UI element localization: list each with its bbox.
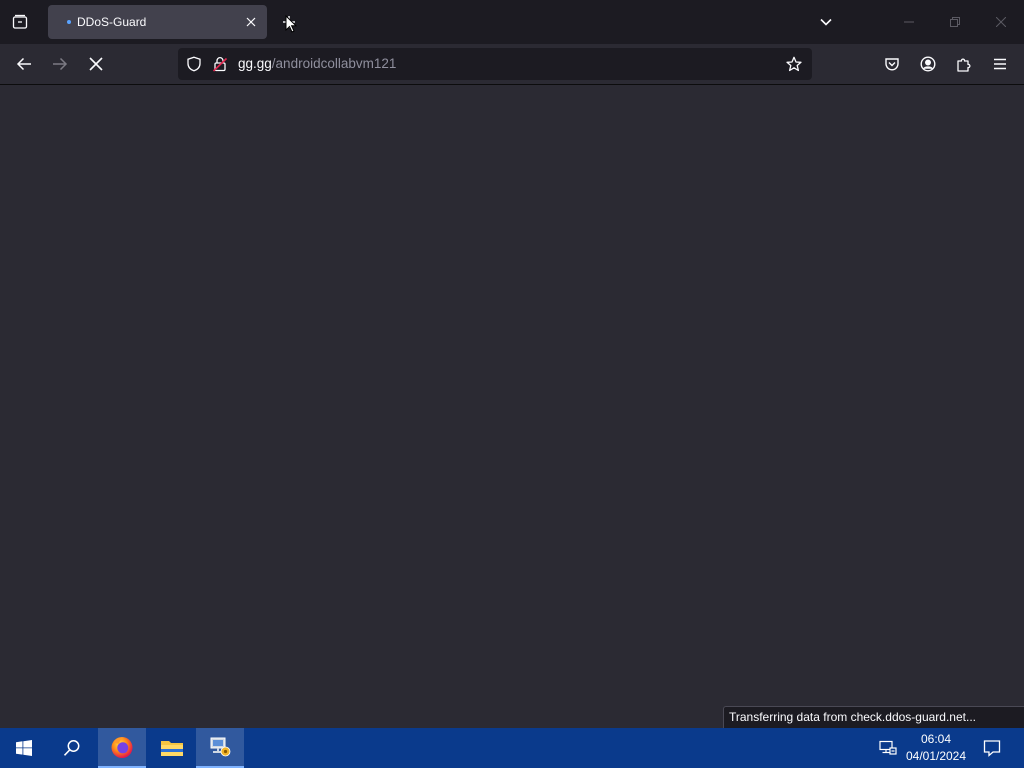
hamburger-menu-icon <box>994 58 1006 70</box>
stop-loading-button[interactable] <box>80 48 112 80</box>
start-button[interactable] <box>0 728 48 768</box>
back-button[interactable] <box>8 48 40 80</box>
action-center-button[interactable] <box>978 734 1006 762</box>
close-icon <box>246 17 256 27</box>
clock-date: 04/01/2024 <box>905 749 967 763</box>
firefox-logo-icon <box>111 737 133 758</box>
chevron-down-icon <box>820 18 832 26</box>
status-panel: Transferring data from check.ddos-guard.… <box>722 706 1024 728</box>
puzzle-icon <box>957 58 971 72</box>
taskbar-server-manager[interactable] <box>196 728 244 768</box>
url-path: /androidcollabvm121 <box>271 56 397 71</box>
clock-time: 06:04 <box>920 732 952 746</box>
taskbar-file-explorer[interactable] <box>148 728 196 768</box>
account-button[interactable] <box>912 48 944 80</box>
minimize-icon <box>904 21 914 23</box>
tab-ddos-guard[interactable]: DDoS-Guard <box>48 5 267 39</box>
window-restore-button[interactable] <box>932 0 978 44</box>
tab-title: DDoS-Guard <box>77 15 147 29</box>
tab-close-button[interactable] <box>241 12 261 32</box>
pocket-icon <box>885 58 899 71</box>
windows-logo-icon <box>16 740 32 756</box>
taskbar-search-button[interactable] <box>48 728 96 768</box>
tab-strip: DDoS-Guard <box>0 0 1024 44</box>
close-icon <box>996 17 1006 27</box>
folder-icon <box>161 741 183 756</box>
arrow-left-icon <box>16 57 31 71</box>
window-minimize-button[interactable] <box>886 0 932 44</box>
restore-icon <box>950 17 960 27</box>
application-menu-button[interactable] <box>984 48 1016 80</box>
star-icon <box>786 56 802 72</box>
search-icon <box>63 740 80 756</box>
url-bar[interactable]: gg.gg/androidcollabvm121 <box>178 48 812 80</box>
browser-window: DDoS-Guard gg.gg/androidcollabvm121 Tran… <box>0 0 1024 728</box>
notification-icon <box>983 740 1001 757</box>
network-tray-icon[interactable] <box>876 736 900 760</box>
arrow-right-icon <box>53 57 68 71</box>
url-text[interactable]: gg.gg/androidcollabvm121 <box>238 56 396 71</box>
insecure-lock-icon[interactable] <box>208 52 232 76</box>
extensions-button[interactable] <box>948 48 980 80</box>
tab-loading-indicator-icon <box>67 20 71 24</box>
taskbar-firefox[interactable] <box>98 728 146 768</box>
tracking-shield-icon[interactable] <box>182 52 206 76</box>
taskbar-clock[interactable]: 06:04 04/01/2024 <box>900 731 972 765</box>
list-all-tabs-button[interactable] <box>810 6 842 38</box>
bookmark-star-button[interactable] <box>782 52 806 76</box>
save-to-pocket-button[interactable] <box>876 48 908 80</box>
window-close-button[interactable] <box>978 0 1024 44</box>
navigation-toolbar: gg.gg/androidcollabvm121 <box>0 44 1024 85</box>
mouse-pointer-icon <box>285 15 297 33</box>
account-icon <box>920 56 936 72</box>
taskbar: 06:04 04/01/2024 <box>0 728 1024 768</box>
stop-x-icon <box>89 57 103 71</box>
firefox-view-button[interactable] <box>4 6 36 38</box>
page-content-area: Transferring data from check.ddos-guard.… <box>0 86 1024 728</box>
server-manager-icon <box>210 737 231 757</box>
firefox-view-icon <box>12 14 28 29</box>
forward-button[interactable] <box>44 48 76 80</box>
url-domain: gg.gg <box>238 56 272 71</box>
